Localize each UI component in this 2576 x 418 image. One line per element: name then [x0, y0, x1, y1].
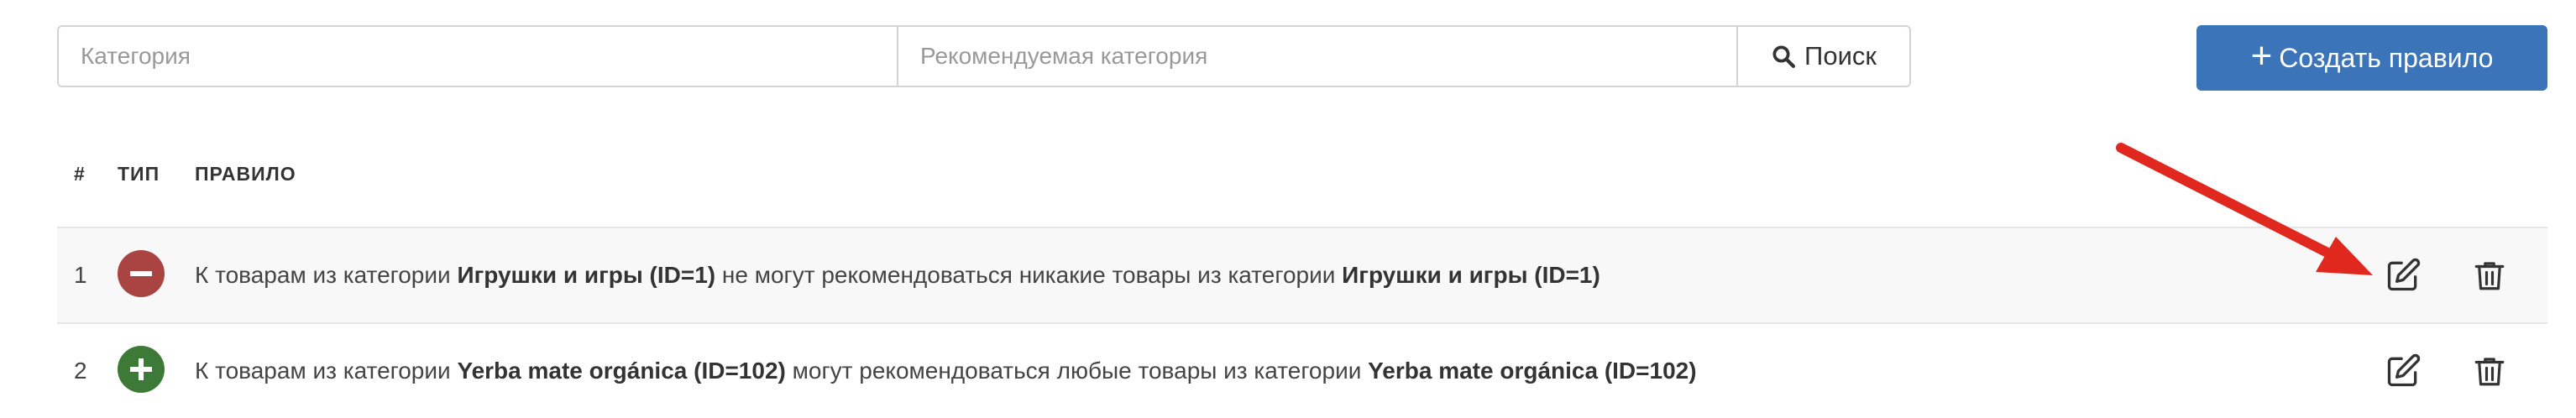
filter-bar: Поиск: [57, 25, 1911, 87]
plus-icon: +: [2250, 35, 2273, 76]
table-row: 1 К товарам из категории Игрушки и игры …: [57, 227, 2547, 322]
source-category: Игрушки и игры (ID=1): [457, 262, 716, 288]
row-number: 2: [74, 358, 87, 384]
edit-icon[interactable]: [2385, 353, 2422, 395]
column-type: ТИП: [118, 163, 160, 185]
search-button-label: Поиск: [1804, 41, 1877, 71]
recommended-category-filter-input[interactable]: [898, 27, 1738, 86]
trash-icon[interactable]: [2472, 257, 2507, 300]
create-rule-button[interactable]: + Создать правило: [2196, 25, 2547, 91]
search-icon: [1772, 45, 1796, 68]
table-row: 2 К товарам из категории Yerba mate orgá…: [57, 322, 2547, 418]
edit-icon[interactable]: [2385, 257, 2422, 300]
target-category: Yerba mate orgánica (ID=102): [1368, 358, 1697, 384]
category-filter-input[interactable]: [59, 27, 898, 86]
column-number: #: [74, 163, 86, 185]
create-rule-label: Создать правило: [2279, 42, 2494, 73]
table-header: # ТИП ПРАВИЛО: [57, 156, 2547, 190]
target-category: Игрушки и игры (ID=1): [1342, 262, 1600, 288]
rule-text: К товарам из категории Игрушки и игры (I…: [195, 262, 1600, 288]
search-button[interactable]: Поиск: [1738, 27, 1909, 86]
plus-icon: [118, 346, 165, 393]
source-category: Yerba mate orgánica (ID=102): [457, 358, 786, 384]
row-number: 1: [74, 262, 87, 288]
minus-icon: [118, 250, 165, 297]
rule-text: К товарам из категории Yerba mate orgáni…: [195, 358, 1697, 384]
trash-icon[interactable]: [2472, 353, 2507, 395]
column-rule: ПРАВИЛО: [195, 163, 296, 185]
